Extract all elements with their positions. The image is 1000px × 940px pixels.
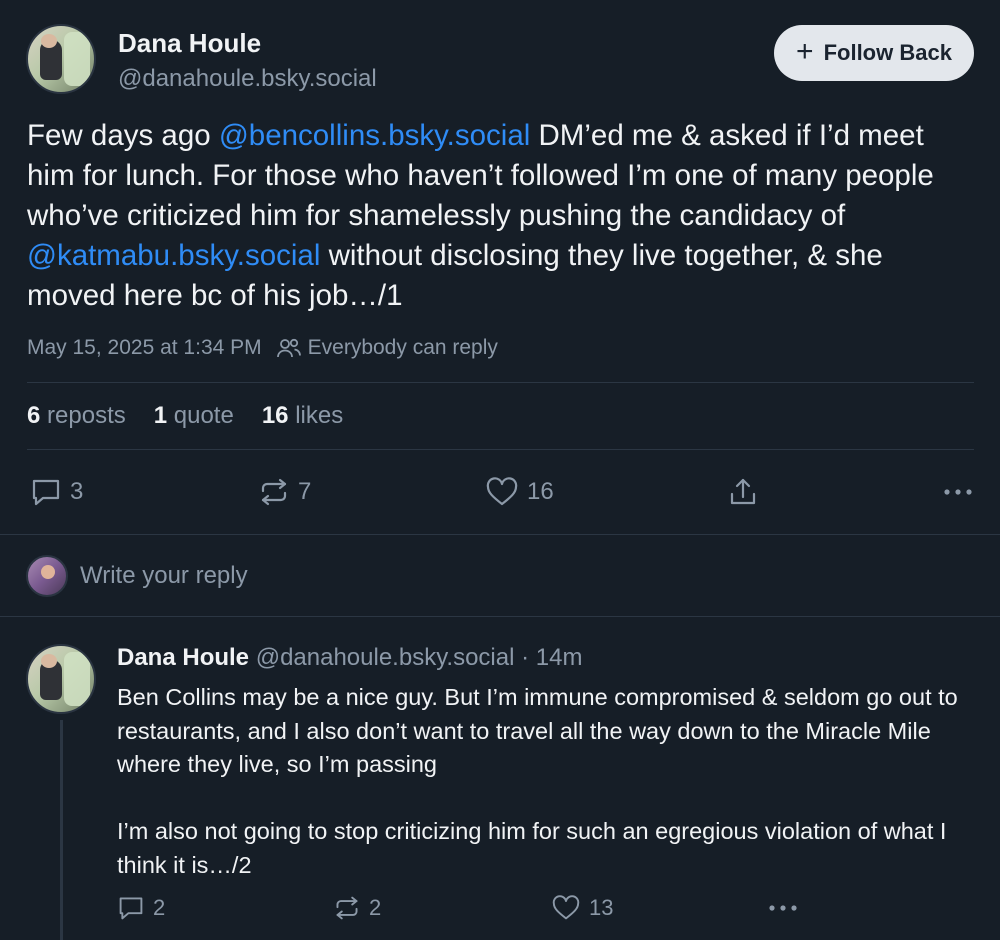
like-button[interactable]: 16: [485, 470, 554, 514]
likes-label: likes: [295, 402, 344, 429]
reply-composer[interactable]: Write your reply: [26, 554, 626, 598]
reply-text: Ben Collins may be a nice guy. But I’m i…: [117, 684, 958, 878]
reply-header: Dana Houle @danahoule.bsky.social · 14m: [117, 644, 582, 672]
author-display-name[interactable]: Dana Houle: [118, 28, 261, 59]
divider: [27, 382, 974, 383]
post-text-part: Few days ago: [27, 119, 219, 152]
likes-count: 16: [261, 402, 289, 429]
share-icon: [727, 476, 759, 508]
current-user-avatar: [26, 555, 68, 597]
post-text: Few days ago @bencollins.bsky.social DM’…: [27, 116, 973, 316]
people-icon: [276, 337, 302, 359]
quotes-stat[interactable]: 1 quote: [154, 402, 234, 430]
reply-reply-count: 2: [153, 895, 166, 920]
reply-count: 3: [70, 478, 84, 505]
reply-actions: 2 2 13: [117, 891, 974, 925]
reply-like-count: 13: [589, 895, 614, 920]
plus-icon: +: [796, 34, 814, 68]
reply-like-button[interactable]: 13: [551, 891, 613, 925]
repost-icon: [258, 477, 290, 507]
heart-icon: [485, 477, 519, 507]
reposts-count: 6: [27, 402, 41, 429]
reply-button[interactable]: 3: [30, 470, 83, 514]
avatar-face: [41, 654, 57, 668]
more-icon: [767, 903, 799, 913]
reply-repost-button[interactable]: 2: [333, 891, 381, 925]
post-stats: 6 reposts 1 quote 16 likes: [27, 402, 343, 430]
comment-icon: [117, 895, 145, 921]
avatar-face: [41, 565, 55, 579]
repost-button[interactable]: 7: [258, 470, 311, 514]
more-icon: [942, 487, 974, 497]
quotes-label: quote: [173, 402, 234, 429]
quotes-count: 1: [153, 402, 168, 429]
mention-link[interactable]: @bencollins.bsky.social: [219, 119, 530, 152]
author-avatar[interactable]: [26, 24, 96, 94]
reply-time: · 14m: [521, 644, 583, 671]
avatar-face: [41, 34, 57, 48]
follow-back-label: Follow Back: [823, 40, 952, 65]
comment-icon: [30, 477, 62, 507]
reply-input[interactable]: Write your reply: [80, 562, 248, 590]
heart-icon: [551, 895, 581, 921]
likes-stat[interactable]: 16 likes: [262, 402, 343, 430]
reply-setting-label: Everybody can reply: [307, 336, 498, 359]
reply-author-name[interactable]: Dana Houle: [117, 644, 249, 671]
thread-view: Dana Houle @danahoule.bsky.social + Foll…: [0, 0, 1000, 940]
more-options-button[interactable]: [942, 470, 974, 514]
reposts-label: reposts: [47, 402, 126, 429]
divider: [27, 449, 974, 450]
post-actions: 3 7 16: [27, 470, 974, 514]
repost-icon: [333, 895, 361, 921]
mention-link[interactable]: @katmabu.bsky.social: [27, 239, 320, 272]
author-handle[interactable]: @danahoule.bsky.social: [118, 65, 377, 93]
reply-repost-count: 2: [369, 895, 382, 920]
repost-count: 7: [298, 478, 312, 505]
follow-back-button[interactable]: + Follow Back: [774, 25, 974, 81]
avatar-blanket: [64, 32, 90, 86]
thread-line: [60, 720, 63, 940]
reply-author-avatar[interactable]: [26, 644, 96, 714]
avatar-blanket: [64, 652, 90, 706]
reply-setting: Everybody can reply: [276, 336, 498, 360]
reply-more-options-button[interactable]: [767, 891, 799, 925]
reply-author-handle[interactable]: @danahoule.bsky.social: [256, 644, 515, 671]
divider: [0, 534, 1000, 535]
share-button[interactable]: [727, 470, 759, 514]
post-timestamp[interactable]: May 15, 2025 at 1:34 PM: [27, 336, 262, 360]
post-header: Dana Houle @danahoule.bsky.social + Foll…: [26, 24, 974, 98]
reposts-stat[interactable]: 6 reposts: [27, 402, 126, 430]
reply-reply-button[interactable]: 2: [117, 891, 165, 925]
post-meta: May 15, 2025 at 1:34 PM Everybody can re…: [27, 336, 498, 360]
like-count: 16: [527, 478, 554, 505]
divider: [0, 616, 1000, 617]
